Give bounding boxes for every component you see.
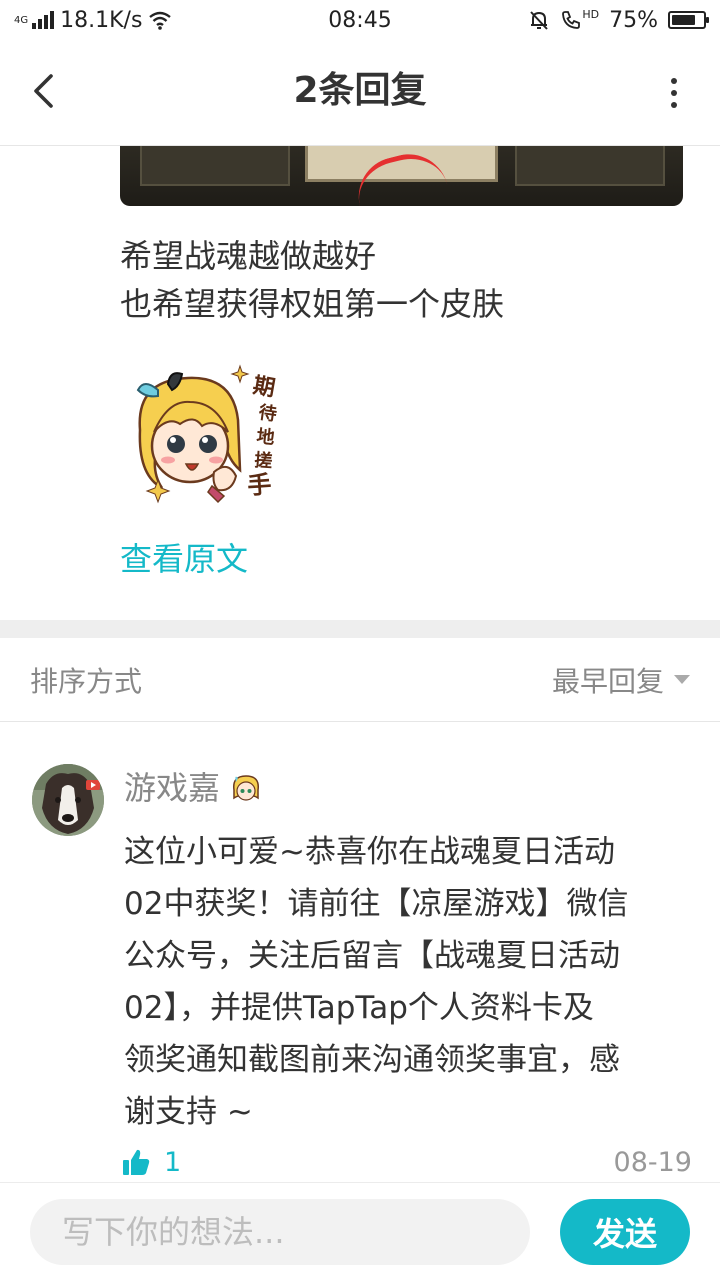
sort-label: 排序方式 <box>30 664 143 698</box>
sticker-char: 待 <box>257 401 278 425</box>
comment-input[interactable] <box>30 1199 530 1265</box>
battery-percent: 75% <box>609 7 658 33</box>
like-count: 1 <box>164 1146 182 1178</box>
reply-line: 公众号，关注后留言【战魂夏日活动 <box>124 938 620 974</box>
image-panel <box>140 146 290 186</box>
sticker-image[interactable]: 期 待 地 搓 手 <box>128 360 288 510</box>
more-vertical-icon <box>671 78 677 84</box>
send-button[interactable]: 发送 <box>560 1199 690 1265</box>
comment-composer: 发送 <box>0 1182 720 1280</box>
like-button[interactable]: 1 <box>120 1146 181 1178</box>
post-image[interactable] <box>120 146 683 206</box>
sticker-char: 地 <box>255 425 275 449</box>
reply-line: 02】，并提供TapTap个人资料卡及 <box>124 990 594 1026</box>
page-title: 2条回复 <box>293 70 427 111</box>
bell-muted-icon <box>530 11 549 30</box>
reply-line: 这位小可爱~恭喜你在战魂夏日活动 <box>124 834 615 870</box>
more-dot <box>671 102 677 108</box>
image-panel <box>515 146 665 186</box>
sticker-char: 期 <box>251 373 277 401</box>
more-dot <box>671 90 677 96</box>
reply-line: 02中获奖！请前往【凉屋游戏】微信 <box>124 886 629 922</box>
username[interactable]: 游戏嘉 <box>124 766 220 810</box>
signal-icon <box>32 11 55 29</box>
hd-label: HD <box>582 8 600 21</box>
reply-author[interactable]: 游戏嘉 <box>124 766 262 810</box>
sort-dropdown[interactable]: 最早回复 <box>552 660 690 700</box>
post-line: 希望战魂越做越好 <box>120 237 377 275</box>
more-options-button[interactable] <box>664 78 684 108</box>
avatar[interactable] <box>32 764 104 836</box>
section-divider <box>0 620 720 638</box>
view-original-link[interactable]: 查看原文 <box>120 536 248 582</box>
reply-line: 领奖通知截图前来沟通领奖事宜，感 <box>124 1042 620 1078</box>
sticker-char: 手 <box>246 470 272 500</box>
reply-text: 这位小可爱~恭喜你在战魂夏日活动 02中获奖！请前往【凉屋游戏】微信 公众号，关… <box>124 826 694 1138</box>
sticker-char: 搓 <box>254 449 273 472</box>
battery-icon <box>668 11 709 29</box>
reply-date: 08-19 <box>613 1146 692 1178</box>
thumbs-up-icon <box>123 1149 150 1175</box>
caret-down-icon <box>674 675 690 684</box>
post-text: 希望战魂越做越好 也希望获得权姐第一个皮肤 <box>120 232 680 328</box>
sort-selected-value: 最早回复 <box>551 664 664 698</box>
reply-line: 谢支持 ~ <box>124 1094 253 1130</box>
phone-hd-icon <box>562 11 581 29</box>
dog-avatar-image <box>32 764 104 836</box>
top-nav-bar: 2条回复 <box>0 40 720 146</box>
status-bar: 4G 18.1K/s 08:45 HD 75% <box>0 0 720 40</box>
sort-row: 排序方式 最早回复 <box>0 638 720 722</box>
reply-meta: 1 08-19 <box>120 1140 692 1184</box>
wifi-icon <box>149 11 172 30</box>
network-type: 4G <box>14 14 29 26</box>
network-speed: 18.1K/s <box>60 7 143 33</box>
user-badge-icon <box>233 775 260 801</box>
post-line: 也希望获得权姐第一个皮肤 <box>120 285 505 323</box>
